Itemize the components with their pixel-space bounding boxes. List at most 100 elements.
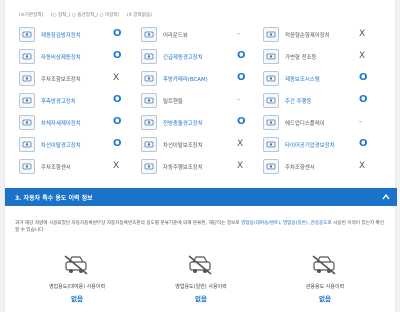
section-title: 3. 자동차 특수 용도 이력 정보 (15, 195, 93, 202)
feature-value: O (113, 28, 122, 39)
feature-item: 후측방경고장치 O (19, 92, 137, 110)
feature-label: 차선이탈경고장치 (41, 143, 81, 149)
usage-rental-value: 없음 (71, 295, 83, 303)
tire-pressure-icon (263, 137, 279, 152)
driving-assist-icon (141, 159, 157, 174)
blind-spot-icon (19, 93, 35, 108)
lane-departure-icon (19, 137, 35, 152)
feature-item: 적응형순항제어장치 X (263, 26, 381, 44)
feature-item: 차선이탈경고장치 O (19, 136, 137, 154)
options-panel: (⊙기본장착) (○ 장착_/ ○ 옵션장착_/ ○ 미장착) (X 장착없음)… (4, 0, 397, 312)
feature-row: 제동잠김방지장치 O 어라운드뷰 - 적응형순항제어장치 X (19, 26, 393, 44)
feature-item: 가변형 전조등 X (263, 48, 381, 66)
feature-item: 주차조향센서 X (19, 158, 137, 176)
headlight-icon (263, 49, 279, 64)
commercial-car-crossed-icon (188, 255, 212, 275)
emergency-brake-icon (19, 49, 35, 64)
feature-label: 제동잠김방지장치 (41, 33, 81, 39)
feature-value: - (237, 29, 240, 38)
rental-car-crossed-icon (64, 255, 88, 275)
feature-item: 자동비상제동장치 O (19, 48, 137, 66)
feature-label: 주차조향센서 (285, 165, 315, 171)
feature-value: X (237, 139, 244, 149)
brake-warning-icon (141, 49, 157, 64)
page: (⊙기본장착) (○ 장착_/ ○ 옵션장착_/ ○ 미장착) (X 장착없음)… (0, 0, 400, 312)
feature-label: 후측방경고장치 (41, 99, 76, 105)
brake-assist-icon (263, 71, 279, 86)
feature-value: O (113, 94, 122, 105)
feature-value: X (359, 29, 366, 39)
abs-icon (19, 27, 35, 42)
daytime-light-icon (263, 93, 279, 108)
feature-label: 제동보조시스템 (285, 77, 320, 83)
feature-item: 어라운드뷰 - (141, 26, 259, 44)
feature-row: 차선이탈경고장치 O 차선이탈보조장치 X 타이어공기압경보장치 O (19, 136, 393, 154)
feature-value: X (359, 51, 366, 61)
feature-label: 주차조향센서 (41, 165, 71, 171)
feature-value: - (237, 95, 240, 104)
description-text: 과거 해당 차량에 사용되었던 자동차등록원부상 자동차등록번호판의 용도별 분… (15, 221, 240, 226)
usage-government-title: 관용용도 사용이력 (305, 284, 345, 290)
feature-row: 자동비상제동장치 O 긴급제동경고장치 O 가변형 전조등 X (19, 48, 393, 66)
feature-value: X (113, 161, 120, 171)
feature-item: 차선이탈보조장치 X (141, 136, 259, 154)
feature-item: 헤드업디스플레이 - (263, 114, 381, 132)
feature-label: 전방충돌경고장치 (163, 121, 203, 127)
collision-warning-icon (141, 115, 157, 130)
parking-assist-icon (19, 71, 35, 86)
feature-label: 가변형 전조등 (285, 55, 317, 61)
feature-label: 타이어공기압경보장치 (285, 143, 335, 149)
feature-row: 주차조향센서 X 자동주행보조장치 X 주차조향센서 X (19, 158, 393, 176)
feature-label: 긴급제동경고장치 (163, 55, 203, 61)
feature-item: 후방카메라(BCAM) O (141, 70, 259, 88)
chevron-up-icon[interactable] (381, 192, 391, 202)
feature-label: 자동비상제동장치 (41, 55, 81, 61)
feature-item: 타이어공기압경보장치 O (263, 136, 381, 154)
lane-keep-icon (141, 137, 157, 152)
usage-rental: 영업용도(대여용) 사용이력 없음 (27, 250, 127, 312)
feature-label: 헤드업디스플레이 (285, 121, 325, 127)
usage-commercial-value: 없음 (195, 295, 207, 303)
usage-commercial-title: 영업용도(일반) 사용이력 (175, 284, 227, 290)
feature-value: O (113, 138, 122, 149)
feature-row: 주차조향보조장치 X 후방카메라(BCAM) O 제동보조시스템 O (19, 70, 393, 88)
cruise-icon (263, 27, 279, 42)
rear-camera-icon (141, 71, 157, 86)
usage-government-value: 없음 (319, 295, 331, 303)
feature-value: O (113, 116, 122, 127)
legend-equipped: (○ 장착_/ ○ 옵션장착_/ ○ 미장착) (50, 13, 120, 18)
feature-item: 주차조향보조장치 X (19, 70, 137, 88)
feature-item: 차체자세제어장치 O (19, 114, 137, 132)
section-description: 과거 해당 차량에 사용되었던 자동차등록원부상 자동차등록번호판의 용도별 분… (15, 220, 387, 234)
feature-value: O (359, 94, 368, 105)
feature-value: O (237, 72, 246, 83)
section-header[interactable]: 3. 자동차 특수 용도 이력 정보 (5, 188, 397, 206)
feature-item: 전방충돌경고장치 O (141, 114, 259, 132)
feature-label: 주차조향보조장치 (41, 77, 81, 83)
feature-item: 제동보조시스템 O (263, 70, 381, 88)
sensor-icon (263, 159, 279, 174)
feature-item: 주차조향센서 X (263, 158, 381, 176)
feature-value: O (359, 138, 368, 149)
around-view-icon (141, 27, 157, 42)
feature-row: 후측방경고장치 O 틸트핸들 - 주간 주행등 O (19, 92, 393, 110)
legend-none: (X 장착없음) (126, 13, 153, 18)
usage-commercial: 영업용도(일반) 사용이력 없음 (151, 250, 251, 312)
feature-item: 주간 주행등 O (263, 92, 381, 110)
feature-value: O (237, 116, 246, 127)
feature-item: 자동주행보조장치 X (141, 158, 259, 176)
feature-item: 틸트핸들 - (141, 92, 259, 110)
tilt-steering-icon (141, 93, 157, 108)
feature-item: 긴급제동경고장치 O (141, 48, 259, 66)
feature-label: 어라운드뷰 (163, 33, 188, 39)
feature-value: X (237, 161, 244, 171)
parking-sensor-icon (19, 159, 35, 174)
feature-label: 후방카메라(BCAM) (163, 77, 208, 83)
legend-basic: (⊙기본장착) (19, 13, 44, 18)
feature-value: X (359, 161, 366, 171)
feature-label: 적응형순항제어장치 (285, 33, 330, 39)
feature-label: 틸트핸들 (163, 99, 183, 105)
government-car-crossed-icon (312, 255, 336, 275)
usage-rental-title: 영업용도(대여용) 사용이력 (48, 284, 106, 290)
feature-value: O (359, 72, 368, 83)
